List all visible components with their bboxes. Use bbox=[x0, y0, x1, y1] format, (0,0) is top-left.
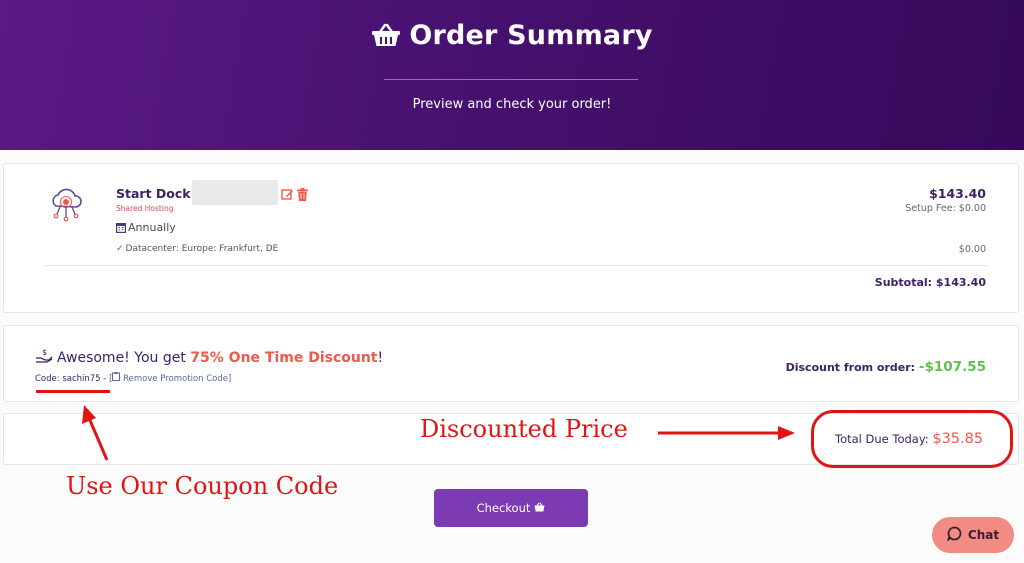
redacted-domain bbox=[192, 180, 278, 205]
coupon-code-annotation: Use Our Coupon Code bbox=[66, 472, 339, 500]
discounted-price-annotation: Discounted Price bbox=[420, 415, 628, 443]
header-banner: Order Summary Preview and check your ord… bbox=[0, 0, 1024, 150]
promo-message: $ Awesome! You get 75% One Time Discount… bbox=[35, 348, 383, 368]
page-title-text: Order Summary bbox=[409, 20, 653, 51]
divider bbox=[44, 265, 988, 266]
checkout-label: Checkout bbox=[476, 501, 531, 515]
page-subtitle: Preview and check your order! bbox=[412, 97, 612, 112]
promo-code: Code: sachin75 - bbox=[35, 374, 110, 384]
setup-fee: Setup Fee: $0.00 bbox=[905, 203, 986, 214]
remove-promo-link[interactable]: [ Remove Promotion Code] bbox=[109, 372, 231, 384]
money-hand-icon: $ bbox=[35, 348, 53, 368]
promo-code-line: Code: sachin75 - [ Remove Promotion Code… bbox=[35, 372, 231, 384]
basket-icon bbox=[371, 23, 401, 54]
total-highlight-circle bbox=[811, 410, 1013, 468]
checkout-button[interactable]: Checkout bbox=[434, 489, 588, 527]
title-divider bbox=[384, 79, 638, 80]
trash-icon[interactable] bbox=[297, 186, 308, 205]
chat-label: Chat bbox=[967, 528, 1000, 542]
chat-button[interactable]: Chat bbox=[932, 517, 1014, 553]
discount-label: Discount from order: bbox=[785, 361, 919, 374]
calendar-icon bbox=[116, 222, 127, 236]
discount-value: -$107.55 bbox=[918, 359, 986, 375]
datacenter-text: Datacenter: Europe: Frankfurt, DE bbox=[125, 244, 279, 254]
product-price: $143.40 bbox=[929, 186, 986, 201]
datacenter-price: $0.00 bbox=[958, 244, 986, 255]
edit-icon[interactable] bbox=[281, 186, 294, 205]
clipboard-icon bbox=[112, 372, 121, 384]
order-summary-page: Order Summary Preview and check your ord… bbox=[0, 0, 1024, 563]
subtotal: Subtotal: $143.40 bbox=[874, 276, 986, 289]
page-title: Order Summary bbox=[0, 20, 1024, 54]
cloud-hosting-icon bbox=[46, 184, 86, 228]
promotion-card: $ Awesome! You get 75% One Time Discount… bbox=[3, 325, 1019, 402]
promo-prefix: Awesome! You get bbox=[57, 350, 191, 366]
coupon-underline bbox=[36, 390, 110, 393]
promo-suffix: ! bbox=[377, 350, 384, 366]
product-category: Shared Hosting bbox=[116, 204, 174, 213]
billing-cycle: Annually bbox=[116, 221, 176, 236]
billing-cycle-text: Annually bbox=[128, 221, 176, 234]
product-card: Start Dock - Shared Hosting Annually ✓ Da… bbox=[3, 163, 1019, 313]
basket-small-icon bbox=[534, 501, 545, 515]
remove-promo-label[interactable]: Remove Promotion Code] bbox=[123, 374, 231, 384]
chat-bubble-icon bbox=[946, 526, 962, 544]
product-name: Start Dock - bbox=[116, 186, 201, 201]
datacenter-line: ✓ Datacenter: Europe: Frankfurt, DE bbox=[116, 244, 278, 254]
check-icon: ✓ bbox=[116, 244, 124, 254]
discount-from-order: Discount from order: -$107.55 bbox=[786, 359, 986, 375]
svg-text:$: $ bbox=[42, 348, 47, 357]
promo-highlight: 75% One Time Discount bbox=[190, 350, 378, 366]
